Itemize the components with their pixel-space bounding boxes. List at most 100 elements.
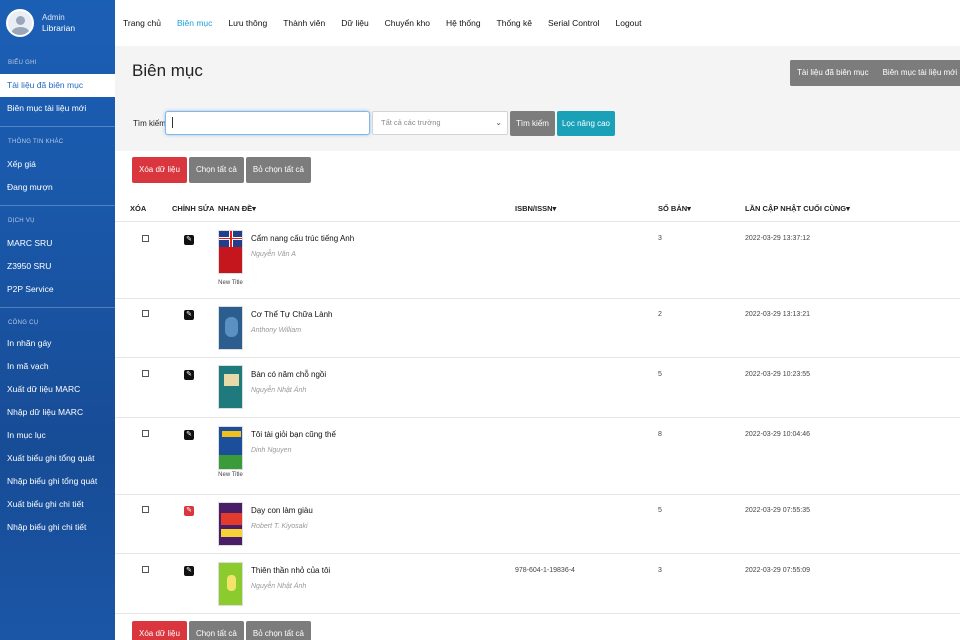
nav-members[interactable]: Thành viên: [283, 18, 325, 28]
table-row: ✎ New Title Tôi tài giỏi bạn cũng thế Di…: [115, 419, 960, 495]
nav-circulation[interactable]: Lưu thông: [228, 18, 267, 28]
nav-logout[interactable]: Logout: [616, 18, 642, 28]
sidebar-item-shelving[interactable]: Xếp giá: [0, 153, 115, 176]
row-checkbox[interactable]: [142, 310, 149, 317]
book-copies: 3: [658, 235, 662, 242]
sort-caret-icon: ▾: [687, 204, 691, 213]
sidebar-item-z3950-sru[interactable]: Z3950 SRU: [0, 255, 115, 278]
nav-home[interactable]: Trang chủ: [123, 18, 161, 28]
sidebar-item-import-detail[interactable]: Nhập biểu ghi chi tiết: [0, 516, 115, 539]
nav-statistics[interactable]: Thống kê: [497, 18, 532, 28]
book-title: Dạy con làm giàu: [251, 506, 313, 515]
pencil-icon[interactable]: ✎: [184, 430, 194, 440]
sidebar-item-cataloged[interactable]: Tài liệu đã biên mục: [0, 74, 115, 97]
sidebar-item-print-barcode[interactable]: In mã vạch: [0, 355, 115, 378]
table-row: ✎ Cơ Thể Tự Chữa Lành Anthony William 2 …: [115, 299, 960, 358]
book-cover: [218, 502, 243, 546]
nav-cataloging[interactable]: Biên mục: [177, 18, 212, 28]
text-caret: [172, 117, 173, 128]
book-updated: 2022-03-29 13:37:12: [745, 235, 810, 242]
book-author: Dinh Nguyen: [251, 447, 292, 454]
new-catalog-button[interactable]: Biên mục tài liệu mới: [875, 60, 960, 86]
book-isbn: 978-604-1-19836-4: [515, 567, 575, 574]
sidebar-item-print-catalog[interactable]: In mục lục: [0, 424, 115, 447]
row-checkbox[interactable]: [142, 506, 149, 513]
sidebar-item-export-marc[interactable]: Xuất dữ liệu MARC: [0, 378, 115, 401]
sidebar-item-borrowing[interactable]: Đang mượn: [0, 176, 115, 199]
search-input[interactable]: [165, 111, 370, 135]
pencil-icon[interactable]: ✎: [184, 370, 194, 380]
delete-data-button[interactable]: Xóa dữ liệu: [132, 621, 187, 640]
book-copies: 3: [658, 567, 662, 574]
sidebar-item-p2p-service[interactable]: P2P Service: [0, 278, 115, 301]
book-updated: 2022-03-29 10:23:55: [745, 371, 810, 378]
book-title: Cẩm nang cấu trúc tiếng Anh: [251, 234, 355, 243]
pencil-icon[interactable]: ✎: [184, 566, 194, 576]
table-row: ✎ Bàn có năm chỗ ngồi Nguyễn Nhật Ánh 5 …: [115, 359, 960, 418]
header-isbn-label: ISBN/ISSN: [515, 204, 553, 213]
header-title[interactable]: NHAN ĐỀ▾: [218, 204, 256, 213]
sidebar-divider: [0, 205, 115, 206]
deselect-all-button[interactable]: Bỏ chọn tất cả: [245, 157, 312, 183]
row-checkbox[interactable]: [142, 370, 149, 377]
pencil-icon[interactable]: ✎: [184, 506, 194, 516]
nav-data[interactable]: Dữ liệu: [341, 18, 368, 28]
search-field-value: Tất cả các trường: [381, 118, 441, 127]
cover-label: New Title: [218, 472, 243, 478]
sidebar-item-new-catalog[interactable]: Biên mục tài liệu mới: [0, 97, 115, 120]
sidebar-divider: [0, 307, 115, 308]
row-checkbox[interactable]: [142, 430, 149, 437]
sidebar-item-export-general[interactable]: Xuất biểu ghi tổng quát: [0, 447, 115, 470]
book-cover: [218, 230, 243, 274]
book-copies: 5: [658, 507, 662, 514]
select-all-button[interactable]: Chọn tất cả: [188, 157, 244, 183]
chevron-down-icon: ⌄: [495, 118, 502, 127]
deselect-all-button[interactable]: Bỏ chọn tất cả: [245, 621, 312, 640]
book-copies: 8: [658, 431, 662, 438]
header-title-label: NHAN ĐỀ: [218, 204, 253, 213]
book-cover: [218, 365, 243, 409]
sidebar-item-marc-sru[interactable]: MARC SRU: [0, 232, 115, 255]
book-copies: 2: [658, 311, 662, 318]
book-author: Robert T. Kiyosaki: [251, 523, 308, 530]
book-cover: [218, 306, 243, 350]
avatar[interactable]: [6, 9, 34, 37]
book-updated: 2022-03-29 07:55:09: [745, 567, 810, 574]
sidebar-item-import-general[interactable]: Nhập biểu ghi tổng quát: [0, 470, 115, 493]
nav-transfer[interactable]: Chuyển kho: [385, 18, 430, 28]
book-copies: 5: [658, 371, 662, 378]
book-updated: 2022-03-29 10:04:46: [745, 431, 810, 438]
sidebar-item-export-detail[interactable]: Xuất biểu ghi chi tiết: [0, 493, 115, 516]
main-content: Biên mục Tài liệu đã biên mục Biên mục t…: [115, 46, 960, 640]
header-copies[interactable]: SỐ BẢN▾: [658, 204, 691, 213]
book-author: Nguyễn Nhật Ánh: [251, 583, 307, 590]
advanced-filter-button[interactable]: Lọc nâng cao: [557, 111, 615, 136]
row-checkbox[interactable]: [142, 566, 149, 573]
table-row: ✎ New Title Cẩm nang cấu trúc tiếng Anh …: [115, 223, 960, 299]
header-isbn[interactable]: ISBN/ISSN▾: [515, 204, 556, 213]
search-button[interactable]: Tìm kiếm: [510, 111, 555, 136]
sidebar-item-import-marc[interactable]: Nhập dữ liệu MARC: [0, 401, 115, 424]
page-action-group: Tài liệu đã biên mục Biên mục tài liệu m…: [790, 60, 960, 86]
nav-serial-control[interactable]: Serial Control: [548, 18, 600, 28]
select-all-button[interactable]: Chọn tất cả: [188, 621, 244, 640]
sidebar-item-print-spine-label[interactable]: In nhãn gáy: [0, 332, 115, 355]
book-author: Nguyễn Nhật Ánh: [251, 387, 307, 394]
book-author: Nguyễn Văn A: [251, 251, 296, 258]
book-title: Tôi tài giỏi bạn cũng thế: [251, 430, 336, 439]
nav-system[interactable]: Hệ thống: [446, 18, 481, 28]
book-updated: 2022-03-29 13:13:21: [745, 311, 810, 318]
header-copies-label: SỐ BẢN: [658, 204, 688, 213]
sort-caret-icon: ▾: [846, 204, 850, 213]
sort-caret-icon: ▾: [252, 204, 256, 213]
cataloged-docs-button[interactable]: Tài liệu đã biên mục: [790, 60, 876, 86]
header-updated[interactable]: LẦN CẬP NHẬT CUỐI CÙNG▾: [745, 204, 850, 213]
book-title: Thiên thần nhỏ của tôi: [251, 566, 331, 575]
table-row: ✎ Dạy con làm giàu Robert T. Kiyosaki 5 …: [115, 495, 960, 554]
top-navigation: Trang chủ Biên mục Lưu thông Thành viên …: [115, 0, 960, 46]
row-checkbox[interactable]: [142, 235, 149, 242]
search-field-select[interactable]: Tất cả các trường ⌄: [372, 111, 508, 135]
delete-data-button[interactable]: Xóa dữ liệu: [132, 157, 187, 183]
pencil-icon[interactable]: ✎: [184, 235, 194, 245]
pencil-icon[interactable]: ✎: [184, 310, 194, 320]
